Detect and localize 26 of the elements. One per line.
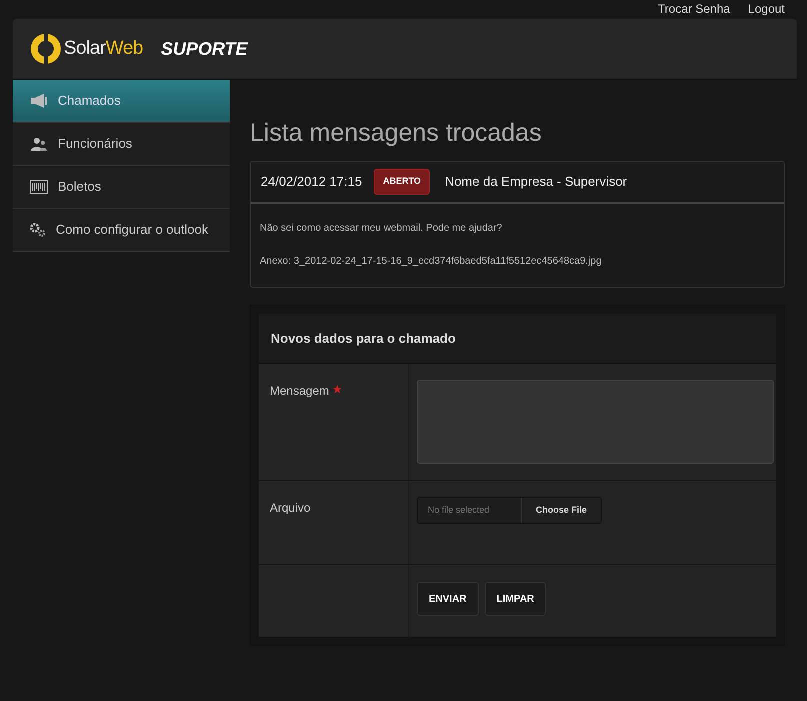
status-badge: ABERTO: [374, 169, 430, 195]
field-label: Mensagem: [270, 383, 330, 400]
top-link[interactable]: Logout: [748, 1, 785, 17]
barcode-icon: [30, 180, 48, 194]
megaphone-icon: [30, 94, 48, 108]
section-title: SUPORTE: [161, 38, 248, 60]
message-input[interactable]: [417, 380, 774, 464]
gears-icon: [30, 223, 46, 237]
field-label: Arquivo: [270, 500, 311, 517]
brand-name: SolarWeb: [64, 36, 144, 61]
attachment-text: Anexo: 3_2012-02-24_17-15-16_9_ecd374f6baed5fa11f5512ec45648ca9.jpg: [260, 255, 603, 269]
sidebar-item[interactable]: Chamados: [13, 80, 230, 123]
message-datetime: 24/02/2012 17:15: [261, 173, 362, 192]
sidebar-item[interactable]: Funcionários: [13, 123, 230, 166]
message-author: Nome da Empresa - Supervisor: [445, 173, 628, 192]
form-button[interactable]: LIMPAR: [484, 582, 546, 616]
sidebar-item[interactable]: Como configurar o outlook: [13, 209, 230, 252]
people-icon: [30, 137, 48, 151]
page-title: Lista mensagens trocadas: [250, 118, 543, 149]
message-body: Não sei como acessar meu webmail. Pode me ajudar?: [260, 222, 504, 236]
sidebar-item[interactable]: Boletos: [13, 166, 230, 209]
file-field[interactable]: No file selected Choose File: [417, 497, 602, 524]
top-link[interactable]: Trocar Senha: [658, 1, 730, 17]
logo-icon: [30, 33, 62, 65]
form-title: Novos dados para o chamado: [259, 314, 776, 364]
form-button[interactable]: ENVIAR: [417, 582, 479, 616]
